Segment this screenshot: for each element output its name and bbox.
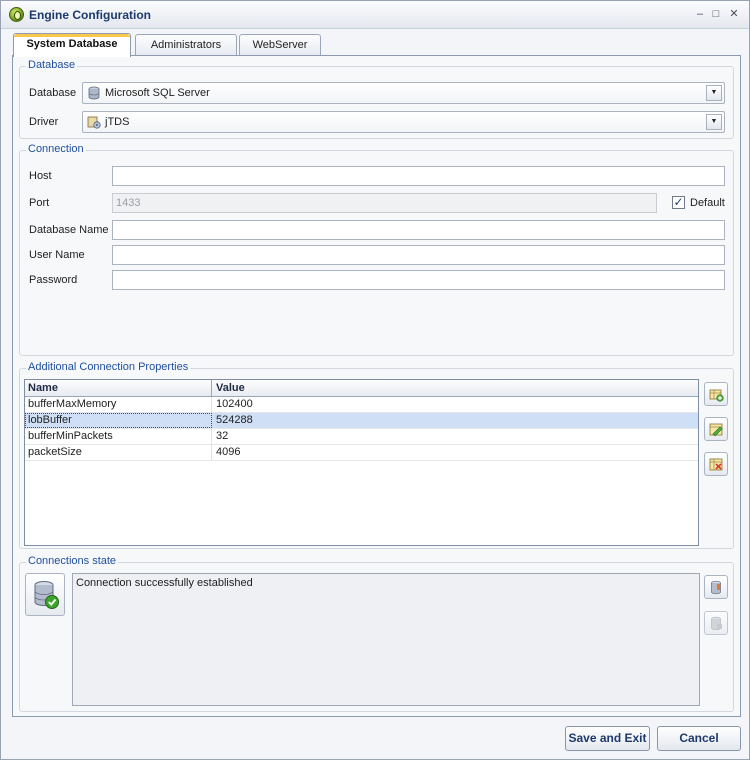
property-value-cell: 32 [216, 430, 229, 442]
port-input[interactable] [112, 193, 657, 213]
system-database-panel: Database Database Microsoft SQL Server ▼… [12, 55, 741, 717]
column-header-name[interactable]: Name [25, 380, 212, 396]
chevron-down-icon[interactable]: ▼ [706, 114, 722, 130]
properties-grid[interactable]: Name Value bufferMaxMemory 102400 lobBuf… [24, 379, 699, 546]
add-row-icon [709, 389, 724, 402]
password-label: Password [29, 274, 78, 286]
connections-state-title: Connections state [26, 555, 119, 567]
tab-label: Administrators [150, 39, 222, 51]
minimize-button[interactable]: – [693, 7, 707, 21]
app-logo-icon [9, 7, 24, 22]
table-row[interactable]: bufferMinPackets 32 [25, 429, 698, 445]
database-select-value: Microsoft SQL Server [105, 87, 210, 99]
delete-property-button[interactable] [704, 452, 728, 476]
chevron-down-icon[interactable]: ▼ [706, 85, 722, 101]
table-row[interactable]: bufferMaxMemory 102400 [25, 397, 698, 413]
property-name-cell: packetSize [25, 445, 212, 460]
property-name-cell: bufferMaxMemory [25, 397, 212, 412]
title-bar: Engine Configuration – □ ✕ [1, 1, 749, 29]
tab-label: WebServer [252, 39, 308, 51]
password-input[interactable] [112, 270, 725, 290]
connection-group: Connection Host Port ✓ Default Database … [19, 143, 734, 356]
database-select[interactable]: Microsoft SQL Server ▼ [82, 82, 725, 104]
database-connect-icon [711, 580, 721, 595]
test-connection-button[interactable] [25, 573, 65, 616]
driver-icon [87, 116, 101, 129]
column-header-value[interactable]: Value [213, 380, 245, 396]
host-input[interactable] [112, 166, 725, 186]
close-button[interactable]: ✕ [727, 7, 741, 21]
connection-group-title: Connection [26, 143, 86, 155]
port-label: Port [29, 197, 50, 209]
user-name-label: User Name [29, 249, 85, 261]
property-value-cell: 102400 [216, 398, 253, 410]
save-and-exit-button[interactable]: Save and Exit [565, 726, 650, 751]
properties-group-title: Additional Connection Properties [26, 361, 191, 373]
maximize-button[interactable]: □ [709, 7, 723, 21]
cancel-label: Cancel [679, 731, 719, 745]
grid-header: Name Value [25, 380, 698, 397]
driver-select-value: jTDS [105, 116, 130, 128]
tab-label: System Database [26, 38, 118, 50]
property-name-cell: lobBuffer [25, 413, 212, 428]
table-row[interactable]: packetSize 4096 [25, 445, 698, 461]
driver-label: Driver [29, 116, 59, 128]
database-name-input[interactable] [112, 220, 725, 240]
table-row-selected[interactable]: lobBuffer 524288 [25, 413, 698, 429]
database-group: Database Database Microsoft SQL Server ▼… [19, 59, 734, 139]
save-and-exit-label: Save and Exit [568, 731, 647, 745]
connection-status-message: Connection successfully established [76, 577, 253, 589]
database-disconnect-icon [711, 616, 722, 631]
edit-row-icon [709, 423, 723, 437]
database-icon [88, 86, 100, 100]
engine-configuration-window: Engine Configuration – □ ✕ System Databa… [0, 0, 750, 760]
cancel-button[interactable]: Cancel [657, 726, 741, 751]
tab-system-database[interactable]: System Database [13, 33, 131, 57]
user-name-input[interactable] [112, 245, 725, 265]
driver-select[interactable]: jTDS ▼ [82, 111, 725, 133]
property-value-cell: 4096 [216, 446, 241, 458]
property-name-cell: bufferMinPackets [25, 429, 212, 444]
default-checkbox[interactable]: ✓ [672, 196, 685, 209]
database-label: Database [29, 87, 77, 99]
database-check-icon [34, 581, 59, 609]
tab-webserver[interactable]: WebServer [239, 34, 321, 56]
property-value-cell: 524288 [216, 414, 253, 426]
connections-state-group: Connections state Connection successfull… [19, 555, 734, 712]
default-label: Default [690, 197, 725, 209]
properties-group: Additional Connection Properties Name Va… [19, 361, 734, 549]
connection-status-box: Connection successfully established [72, 573, 700, 706]
connect-button[interactable] [704, 575, 728, 599]
delete-row-icon [709, 458, 723, 471]
database-name-label: Database Name [29, 224, 109, 236]
tab-administrators[interactable]: Administrators [135, 34, 237, 56]
add-property-button[interactable] [704, 382, 728, 406]
host-label: Host [29, 170, 52, 182]
database-group-title: Database [26, 59, 78, 71]
window-title: Engine Configuration [29, 8, 151, 22]
edit-property-button[interactable] [704, 417, 728, 441]
disconnect-button[interactable] [704, 611, 728, 635]
